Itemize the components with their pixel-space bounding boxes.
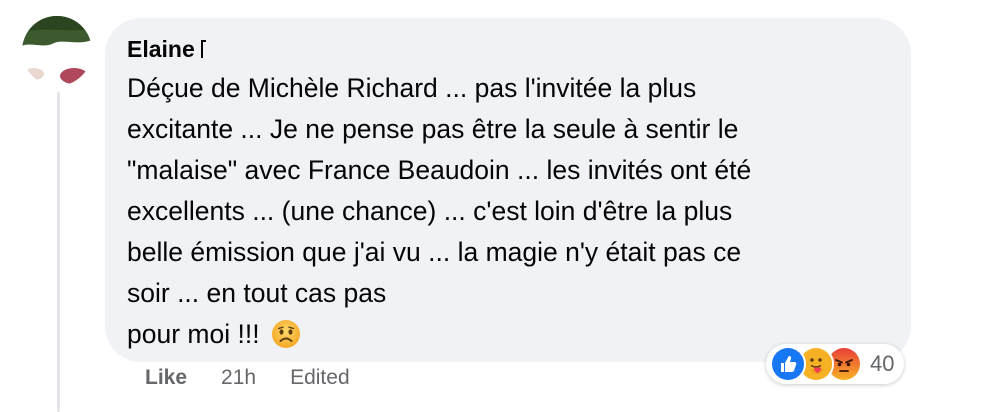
comment-line: soir ... en tout cas pas <box>127 278 387 308</box>
comment-actions: Like 21h Edited <box>145 366 350 390</box>
comment-timestamp[interactable]: 21h <box>221 366 256 390</box>
like-reaction-icon <box>770 346 806 382</box>
avatar-image <box>22 16 92 86</box>
frowning-face-icon <box>271 319 301 349</box>
author-name-truncation <box>200 40 206 58</box>
comment-line: excellents ... (une chance) ... c'est lo… <box>127 196 733 226</box>
comment-text: Déçue de Michèle Richard ... pas l'invit… <box>127 68 887 355</box>
edited-label: Edited <box>290 366 350 389</box>
thread-line <box>57 92 60 412</box>
comment-line-text: pour moi !!! <box>127 319 260 349</box>
author-name[interactable]: Elaine <box>127 36 195 62</box>
comment-page: Elaine Déçue de Michèle Richard ... pas … <box>0 0 986 412</box>
avatar[interactable] <box>22 16 92 86</box>
comment-line: Déçue de Michèle Richard ... pas l'invit… <box>127 73 697 103</box>
comment-line: "malaise" avec France Beaudoin ... les i… <box>127 155 752 185</box>
reactions-summary[interactable]: 40 <box>766 344 905 384</box>
comment-line: belle émission que j'ai vu ... la magie … <box>127 237 742 267</box>
comment-line: excitante ... Je ne pense pas être la se… <box>127 114 739 144</box>
reaction-count: 40 <box>870 351 895 376</box>
comment-author[interactable]: Elaine <box>127 36 206 63</box>
like-button[interactable]: Like <box>145 366 187 390</box>
